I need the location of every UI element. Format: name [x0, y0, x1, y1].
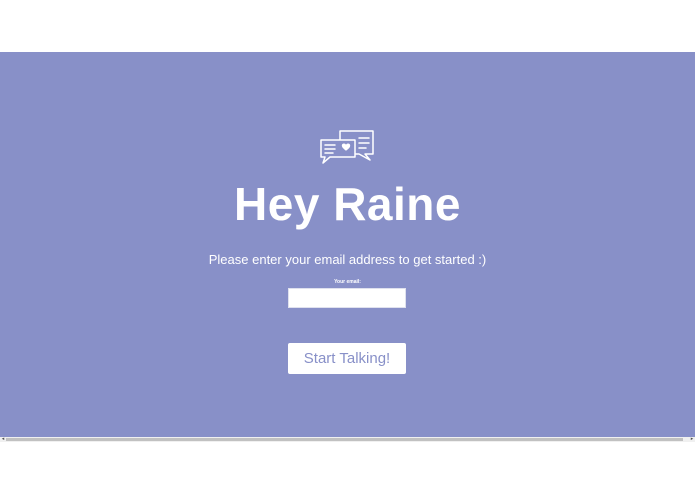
page-subtitle: Please enter your email address to get s… — [208, 252, 487, 267]
hero-section: Hey Raine Please enter your email addres… — [0, 52, 695, 437]
page-title: Hey Raine — [234, 178, 461, 230]
email-field[interactable] — [288, 288, 406, 308]
scrollbar-thumb[interactable] — [6, 438, 683, 441]
start-talking-button[interactable]: Start Talking! — [288, 343, 406, 374]
chat-bubbles-heart-icon — [320, 130, 376, 164]
email-label: Your email: — [334, 279, 361, 285]
scroll-right-arrow-icon[interactable]: ▸ — [689, 437, 695, 442]
horizontal-scrollbar[interactable]: ◂ ▸ — [0, 437, 695, 442]
page: Hey Raine Please enter your email addres… — [0, 0, 695, 494]
